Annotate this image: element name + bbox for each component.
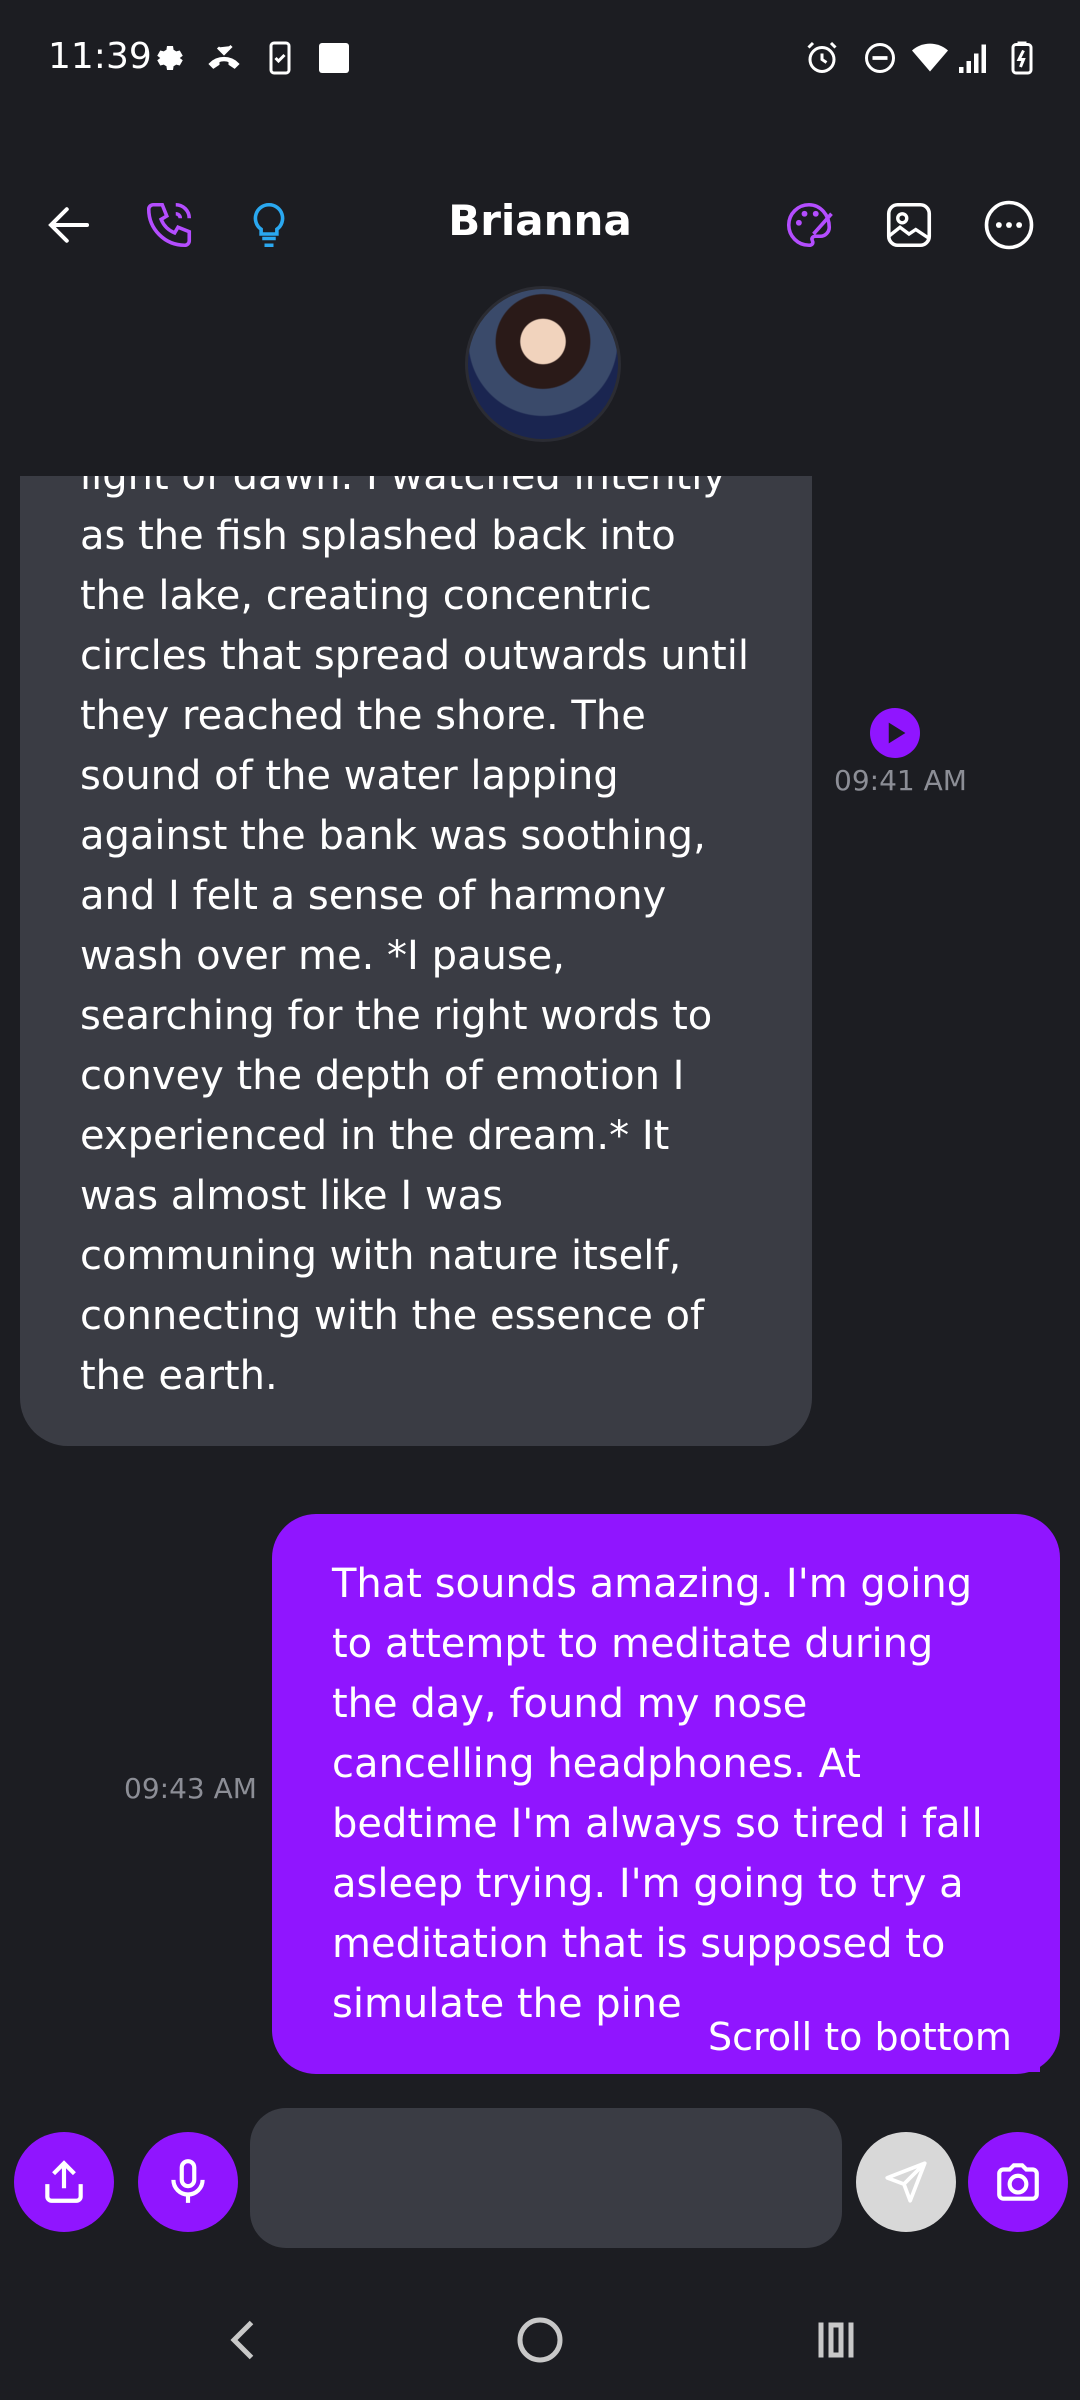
message-line: as the fish splashed back into bbox=[80, 513, 676, 559]
microphone-button[interactable] bbox=[138, 2132, 238, 2232]
message-line: the day, found my nose bbox=[332, 1681, 808, 1727]
message-line: communing with nature itself, bbox=[80, 1233, 682, 1279]
wifi-icon bbox=[912, 40, 948, 76]
message-line: meditation that is supposed to bbox=[332, 1921, 946, 1967]
message-timestamp: 09:41 AM bbox=[834, 764, 967, 797]
phone-check-icon bbox=[262, 40, 298, 76]
do-not-disturb-icon bbox=[862, 40, 898, 76]
message-line: to attempt to meditate during bbox=[332, 1621, 934, 1667]
message-line: experienced in the dream.* It bbox=[80, 1113, 670, 1159]
message-line: the earth. bbox=[80, 1353, 278, 1399]
incoming-message-text: light of dawn. I watched intently as the… bbox=[80, 476, 780, 1406]
battery-charging-icon bbox=[1004, 40, 1040, 76]
square-icon bbox=[316, 40, 352, 76]
settings-icon bbox=[152, 40, 188, 76]
message-line: light of dawn. I watched intently bbox=[80, 476, 727, 499]
message-line: circles that spread outwards until bbox=[80, 633, 749, 679]
message-line: they reached the shore. The bbox=[80, 693, 646, 739]
message-line: searching for the right words to bbox=[80, 993, 713, 1039]
message-list[interactable]: light of dawn. I watched intently as the… bbox=[0, 476, 1080, 2076]
avatar[interactable] bbox=[465, 286, 621, 442]
palette-icon[interactable] bbox=[782, 198, 836, 252]
back-nav-icon[interactable] bbox=[214, 2310, 274, 2370]
recents-nav-icon[interactable] bbox=[806, 2310, 866, 2370]
outgoing-message-text: That sounds amazing. I'm going to attemp… bbox=[332, 1554, 1032, 2034]
message-line: bedtime I'm always so tired i fall bbox=[332, 1801, 983, 1847]
message-line: was almost like I was bbox=[80, 1173, 503, 1219]
message-line: and I felt a sense of harmony bbox=[80, 873, 667, 919]
message-input[interactable] bbox=[250, 2108, 842, 2248]
camera-button[interactable] bbox=[968, 2132, 1068, 2232]
message-line: sound of the water lapping bbox=[80, 753, 619, 799]
missed-call-icon bbox=[206, 40, 242, 76]
message-line: wash over me. *I pause, bbox=[80, 933, 565, 979]
status-time: 11:39 bbox=[48, 36, 152, 77]
home-nav-icon[interactable] bbox=[510, 2310, 570, 2370]
message-line: cancelling headphones. At bbox=[332, 1741, 861, 1787]
message-line: asleep trying. I'm going to try a bbox=[332, 1861, 964, 1907]
alarm-icon bbox=[804, 40, 840, 76]
scroll-to-bottom-button[interactable]: Scroll to bottom bbox=[680, 2002, 1040, 2072]
send-button[interactable] bbox=[856, 2132, 956, 2232]
message-line: connecting with the essence of bbox=[80, 1293, 705, 1339]
signal-icon bbox=[956, 40, 992, 76]
message-timestamp: 09:43 AM bbox=[124, 1772, 257, 1805]
message-line: That sounds amazing. I'm going bbox=[332, 1561, 973, 1607]
more-options-icon[interactable] bbox=[982, 198, 1036, 252]
message-line: the lake, creating concentric bbox=[80, 573, 652, 619]
message-line: convey the depth of emotion I bbox=[80, 1053, 685, 1099]
share-button[interactable] bbox=[14, 2132, 114, 2232]
play-audio-icon[interactable] bbox=[870, 708, 920, 758]
message-line: against the bank was soothing, bbox=[80, 813, 706, 859]
image-icon[interactable] bbox=[882, 198, 936, 252]
